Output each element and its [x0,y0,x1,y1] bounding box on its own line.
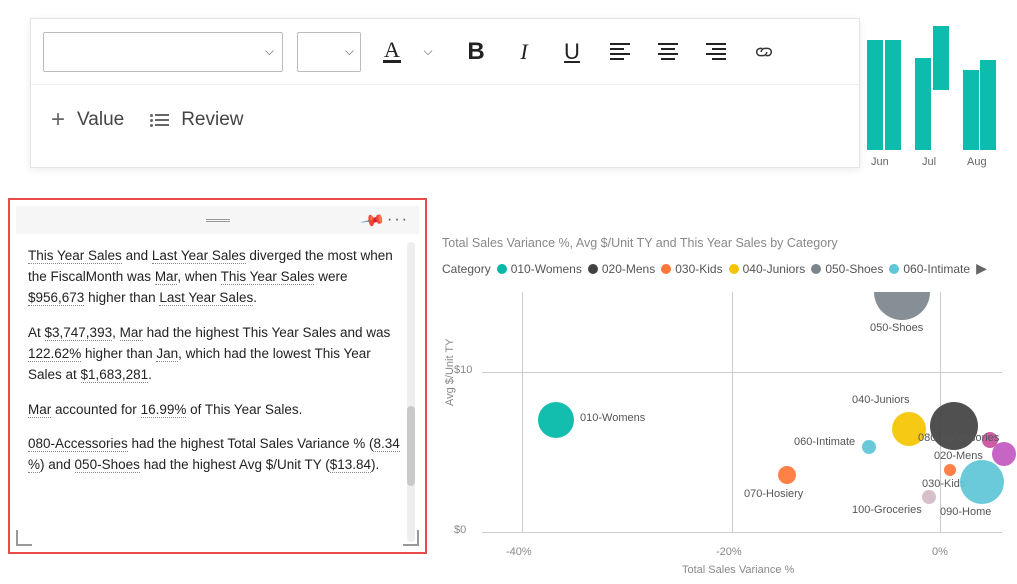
font-color-chevron[interactable]: ⌵ [411,32,445,72]
bubble-label: 080-Accessories [918,432,999,444]
chart-legend: Category 010-Womens 020-Mens 030-Kids 04… [442,260,1012,277]
legend-item[interactable]: 060-Intimate [889,262,970,276]
legend-item[interactable]: 040-Juniors [729,262,806,276]
bar [980,60,996,150]
chevron-down-icon: ⌵ [423,44,432,59]
font-family-select[interactable]: ⌵ [43,32,283,72]
month-label: Jul [922,156,936,168]
underline-button[interactable]: U [555,32,589,72]
x-tick: 0% [932,546,948,558]
link-icon [753,41,775,63]
drag-handle-icon[interactable] [206,219,230,222]
month-label: Jun [871,156,889,168]
chevron-down-icon: ⌵ [345,44,354,59]
add-value-button[interactable]: + Value [51,106,124,134]
bubble-label: 040-Juniors [852,394,909,406]
y-tick: $0 [454,524,466,536]
review-icon [150,114,169,127]
x-axis-label: Total Sales Variance % [682,564,794,576]
bubble-kids[interactable] [944,464,956,476]
bubble-intimate[interactable] [862,440,876,454]
font-color-button[interactable]: A [375,32,409,72]
narrative-paragraph: This Year Sales and Last Year Sales dive… [28,246,403,309]
x-tick: -40% [506,546,532,558]
text-format-toolbar: ⌵ ⌵ A ⌵ B I U + Value Review [30,18,860,168]
legend-item[interactable]: 030-Kids [661,262,722,276]
smart-narrative-visual[interactable]: 📌 ··· This Year Sales and Last Year Sale… [16,206,419,546]
narrative-visual-selection: 📌 ··· This Year Sales and Last Year Sale… [8,198,427,554]
bar [933,26,949,90]
review-label: Review [181,109,243,131]
bubble-label: 060-Intimate [794,436,855,448]
visual-header[interactable]: 📌 ··· [16,206,419,234]
review-button[interactable]: Review [150,109,243,131]
value-label: Value [77,109,124,131]
align-left-button[interactable] [603,32,637,72]
legend-item[interactable]: 050-Shoes [811,262,883,276]
bubble-label: 070-Hosiery [744,488,803,500]
y-tick: $10 [454,364,472,376]
bubble-home[interactable] [960,460,1004,504]
chevron-down-icon: ⌵ [265,44,274,59]
legend-scroll-right-icon[interactable]: ▶ [976,260,987,277]
bubble-womens[interactable] [538,402,574,438]
link-button[interactable] [747,32,781,72]
bubble-shoes[interactable] [874,292,930,320]
bubble-label: 010-Womens [580,412,645,424]
bubble-label: 030-Kids [922,478,965,490]
bar [963,70,979,150]
narrative-text[interactable]: This Year Sales and Last Year Sales dive… [16,234,419,546]
narrative-paragraph: Mar accounted for 16.99% of This Year Sa… [28,400,403,421]
scatter-chart-visual[interactable]: Total Sales Variance %, Avg $/Unit TY an… [442,236,1012,576]
bubble-label: 100-Groceries [852,504,922,516]
plus-icon: + [51,106,65,134]
x-tick: -20% [716,546,742,558]
bubble-groceries[interactable] [922,490,936,504]
gridline [482,532,1002,533]
month-label: Aug [967,156,987,168]
bubble-other[interactable] [992,442,1016,466]
bar [885,40,901,150]
plot-area: 050-Shoes 010-Womens 040-Juniors 020-Men… [482,292,1002,532]
more-options-icon[interactable]: ··· [387,211,409,229]
bar [867,40,883,150]
pin-icon[interactable]: 📌 [359,207,387,235]
bubble-label: 050-Shoes [870,322,923,334]
legend-item[interactable]: 010-Womens [497,262,582,276]
narrative-paragraph: 080-Accessories had the highest Total Sa… [28,434,403,476]
narrative-paragraph: At $3,747,393, Mar had the highest This … [28,323,403,386]
chart-title: Total Sales Variance %, Avg $/Unit TY an… [442,236,1012,250]
legend-item[interactable]: 020-Mens [588,262,655,276]
bold-button[interactable]: B [459,32,493,72]
bar [915,58,931,150]
font-size-select[interactable]: ⌵ [297,32,361,72]
bubble-hosiery[interactable] [778,466,796,484]
legend-title: Category [442,262,491,276]
bubble-label: 090-Home [940,506,991,518]
italic-button[interactable]: I [507,32,541,72]
align-right-button[interactable] [699,32,733,72]
align-center-button[interactable] [651,32,685,72]
